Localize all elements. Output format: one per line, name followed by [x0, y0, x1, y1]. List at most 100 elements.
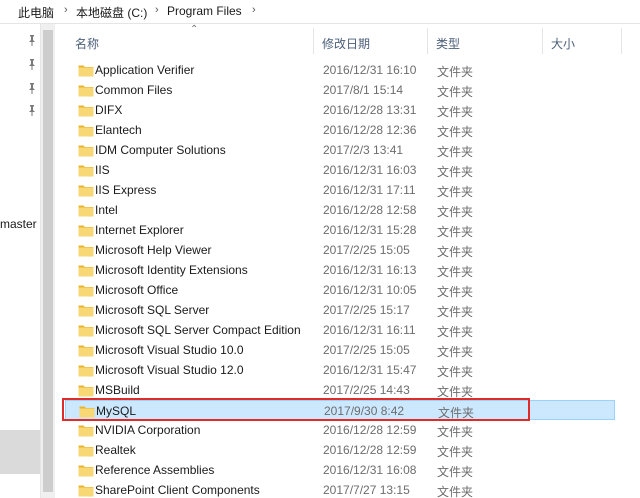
- folder-icon: [78, 123, 94, 137]
- sort-up-icon: ⌃: [190, 24, 199, 35]
- file-name[interactable]: Microsoft Help Viewer: [95, 243, 211, 257]
- file-name[interactable]: Internet Explorer: [95, 223, 184, 237]
- file-row[interactable]: NVIDIA Corporation 2016/12/28 12:59 文件夹: [65, 420, 615, 440]
- column-divider[interactable]: [313, 28, 314, 54]
- nav-item-master[interactable]: master: [0, 217, 37, 231]
- file-row[interactable]: SharePoint Client Components 2017/7/27 13…: [65, 480, 615, 498]
- file-name[interactable]: NVIDIA Corporation: [95, 423, 200, 437]
- file-modified-date: 2017/2/25 15:05: [323, 243, 410, 257]
- nav-selected-item[interactable]: [0, 430, 40, 474]
- file-modified-date: 2016/12/31 16:08: [323, 463, 417, 477]
- folder-icon: [78, 303, 94, 317]
- file-modified-date: 2016/12/31 15:47: [323, 363, 417, 377]
- file-name[interactable]: IDM Computer Solutions: [95, 143, 226, 157]
- file-type: 文件夹: [437, 85, 474, 99]
- file-name[interactable]: Reference Assemblies: [95, 463, 214, 477]
- file-row[interactable]: Common Files 2017/8/1 15:14 文件夹: [65, 80, 615, 100]
- file-row[interactable]: Microsoft Visual Studio 10.0 2017/2/25 15…: [65, 340, 615, 360]
- file-name[interactable]: Intel: [95, 203, 118, 217]
- file-name[interactable]: Microsoft Office: [95, 283, 178, 297]
- file-modified-date: 2016/12/28 12:59: [323, 443, 417, 457]
- file-name[interactable]: Microsoft SQL Server: [95, 303, 209, 317]
- file-row[interactable]: Microsoft Office 2016/12/31 10:05 文件夹: [65, 280, 615, 300]
- file-row[interactable]: Microsoft SQL Server 2017/2/25 15:17 文件夹: [65, 300, 615, 320]
- file-modified-date: 2016/12/31 16:11: [323, 323, 416, 337]
- file-name[interactable]: Realtek: [95, 443, 136, 457]
- column-divider[interactable]: [621, 28, 622, 54]
- folder-icon: [78, 143, 94, 157]
- scrollbar-thumb[interactable]: [43, 30, 53, 492]
- file-type: 文件夹: [437, 465, 474, 479]
- pin-icon[interactable]: [26, 34, 38, 46]
- file-row[interactable]: Realtek 2016/12/28 12:59 文件夹: [65, 440, 615, 460]
- pin-icon[interactable]: [26, 104, 38, 116]
- file-name[interactable]: Common Files: [95, 83, 172, 97]
- pin-icon[interactable]: [26, 58, 38, 70]
- folder-icon: [78, 463, 94, 477]
- chevron-right-icon[interactable]: ›: [252, 4, 256, 16]
- file-type: 文件夹: [437, 265, 474, 279]
- folder-icon: [78, 243, 94, 257]
- file-name[interactable]: Microsoft Visual Studio 12.0: [95, 363, 244, 377]
- file-type: 文件夹: [437, 145, 474, 159]
- file-name[interactable]: DIFX: [95, 103, 122, 117]
- file-type: 文件夹: [437, 245, 474, 259]
- file-type: 文件夹: [437, 65, 474, 79]
- address-bar[interactable]: 此电脑 › 本地磁盘 (C:) › Program Files ›: [0, 0, 640, 24]
- column-divider[interactable]: [427, 28, 428, 54]
- file-type: 文件夹: [437, 485, 474, 498]
- column-header-size[interactable]: 大小: [551, 35, 575, 52]
- file-row[interactable]: Microsoft Help Viewer 2017/2/25 15:05 文件夹: [65, 240, 615, 260]
- file-row[interactable]: Internet Explorer 2016/12/31 15:28 文件夹: [65, 220, 615, 240]
- file-row[interactable]: Application Verifier 2016/12/31 16:10 文件夹: [65, 60, 615, 80]
- breadcrumb-local-disk[interactable]: 本地磁盘 (C:): [76, 4, 147, 21]
- file-row[interactable]: Microsoft SQL Server Compact Edition 2016…: [65, 320, 615, 340]
- file-name[interactable]: SharePoint Client Components: [95, 483, 260, 497]
- file-name[interactable]: Application Verifier: [95, 63, 194, 77]
- breadcrumb-this-pc[interactable]: 此电脑: [18, 4, 54, 21]
- file-name[interactable]: IIS Express: [95, 183, 156, 197]
- folder-icon: [78, 343, 94, 357]
- file-name[interactable]: IIS: [95, 163, 110, 177]
- annotation-highlight-box: [62, 398, 530, 421]
- file-row[interactable]: IIS 2016/12/31 16:03 文件夹: [65, 160, 615, 180]
- file-modified-date: 2017/2/25 15:17: [323, 303, 410, 317]
- folder-icon: [78, 183, 94, 197]
- nav-scrollbar[interactable]: [40, 24, 55, 498]
- breadcrumb-program-files[interactable]: Program Files: [167, 4, 242, 18]
- file-row[interactable]: IIS Express 2016/12/31 17:11 文件夹: [65, 180, 615, 200]
- file-modified-date: 2017/2/25 14:43: [323, 383, 410, 397]
- file-name[interactable]: Microsoft SQL Server Compact Edition: [95, 323, 301, 337]
- folder-icon: [78, 283, 94, 297]
- file-modified-date: 2017/8/1 15:14: [323, 83, 404, 97]
- folder-icon: [78, 383, 94, 397]
- file-row[interactable]: Elantech 2016/12/28 12:36 文件夹: [65, 120, 615, 140]
- file-name[interactable]: Microsoft Visual Studio 10.0: [95, 343, 244, 357]
- pin-icon[interactable]: [26, 82, 38, 94]
- file-modified-date: 2016/12/31 16:13: [323, 263, 417, 277]
- file-row[interactable]: IDM Computer Solutions 2017/2/3 13:41 文件夹: [65, 140, 615, 160]
- column-header-name[interactable]: 名称: [75, 35, 99, 52]
- file-modified-date: 2017/2/25 15:05: [323, 343, 410, 357]
- file-row[interactable]: DIFX 2016/12/28 13:31 文件夹: [65, 100, 615, 120]
- folder-icon: [78, 263, 94, 277]
- file-name[interactable]: Elantech: [95, 123, 142, 137]
- chevron-right-icon[interactable]: ›: [155, 4, 159, 16]
- file-row[interactable]: Intel 2016/12/28 12:58 文件夹: [65, 200, 615, 220]
- file-row[interactable]: Reference Assemblies 2016/12/31 16:08 文件夹: [65, 460, 615, 480]
- file-name[interactable]: MSBuild: [95, 383, 140, 397]
- file-row[interactable]: Microsoft Visual Studio 12.0 2016/12/31 1…: [65, 360, 615, 380]
- file-type: 文件夹: [437, 165, 474, 179]
- chevron-right-icon[interactable]: ›: [64, 4, 68, 16]
- file-modified-date: 2017/7/27 13:15: [323, 483, 410, 497]
- column-header-type[interactable]: 类型: [436, 35, 460, 52]
- navigation-pane: master: [0, 24, 40, 498]
- file-row[interactable]: MSBuild 2017/2/25 14:43 文件夹: [65, 380, 615, 400]
- file-modified-date: 2016/12/31 15:28: [323, 223, 417, 237]
- file-type: 文件夹: [437, 105, 474, 119]
- file-row[interactable]: Microsoft Identity Extensions 2016/12/31 …: [65, 260, 615, 280]
- file-name[interactable]: Microsoft Identity Extensions: [95, 263, 248, 277]
- column-divider[interactable]: [542, 28, 543, 54]
- column-header-modified[interactable]: 修改日期: [322, 35, 370, 52]
- file-type: 文件夹: [437, 205, 474, 219]
